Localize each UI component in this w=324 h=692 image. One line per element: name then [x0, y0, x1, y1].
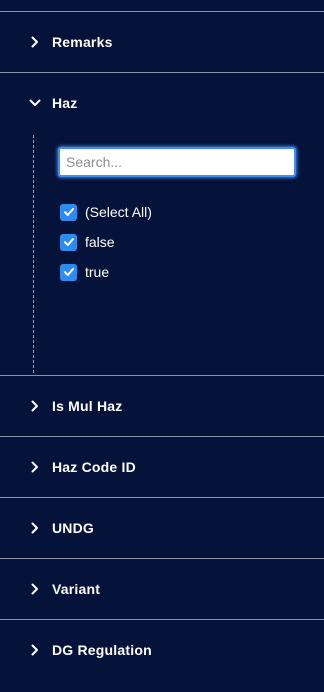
option-label: (Select All) — [85, 204, 152, 220]
panel-top-divider — [0, 0, 324, 12]
section-haz: Haz (Select All) false — [0, 73, 324, 376]
section-title-variant: Variant — [52, 581, 101, 597]
section-title-haz-code-id: Haz Code ID — [52, 459, 136, 475]
section-is-mul-haz: Is Mul Haz — [0, 376, 324, 437]
filter-options-list: (Select All) false true — [60, 203, 152, 293]
section-header-dg-regulation[interactable]: DG Regulation — [0, 620, 324, 680]
chevron-right-icon — [28, 582, 42, 596]
section-title-is-mul-haz: Is Mul Haz — [52, 398, 123, 414]
section-title-undg: UNDG — [52, 520, 95, 536]
tree-guide-line — [33, 135, 34, 373]
section-header-haz-code-id[interactable]: Haz Code ID — [0, 437, 324, 497]
section-haz-code-id: Haz Code ID — [0, 437, 324, 498]
chevron-right-icon — [28, 521, 42, 535]
option-label: true — [85, 264, 110, 280]
section-title-haz: Haz — [52, 95, 78, 111]
haz-filter-body: (Select All) false true — [0, 133, 324, 375]
option-label: false — [85, 234, 115, 250]
option-select-all[interactable]: (Select All) — [60, 203, 152, 221]
chevron-down-icon — [28, 96, 42, 110]
checkbox-checked-icon[interactable] — [60, 263, 77, 281]
section-header-is-mul-haz[interactable]: Is Mul Haz — [0, 376, 324, 436]
chevron-right-icon — [28, 35, 42, 49]
chevron-right-icon — [28, 399, 42, 413]
checkbox-checked-icon[interactable] — [60, 233, 77, 251]
section-header-variant[interactable]: Variant — [0, 559, 324, 619]
section-remarks: Remarks — [0, 12, 324, 73]
checkbox-checked-icon[interactable] — [60, 203, 77, 221]
section-undg: UNDG — [0, 498, 324, 559]
chevron-right-icon — [28, 460, 42, 474]
section-header-haz[interactable]: Haz — [0, 73, 324, 133]
filter-panel: Remarks Haz (Select All) — [0, 0, 324, 692]
chevron-right-icon — [28, 643, 42, 657]
section-header-undg[interactable]: UNDG — [0, 498, 324, 558]
section-header-remarks[interactable]: Remarks — [0, 12, 324, 72]
section-dg-regulation: DG Regulation — [0, 620, 324, 680]
section-title-remarks: Remarks — [52, 34, 113, 50]
section-title-dg-regulation: DG Regulation — [52, 642, 152, 658]
option-true[interactable]: true — [60, 263, 152, 281]
search-input[interactable] — [58, 147, 296, 177]
option-false[interactable]: false — [60, 233, 152, 251]
section-variant: Variant — [0, 559, 324, 620]
